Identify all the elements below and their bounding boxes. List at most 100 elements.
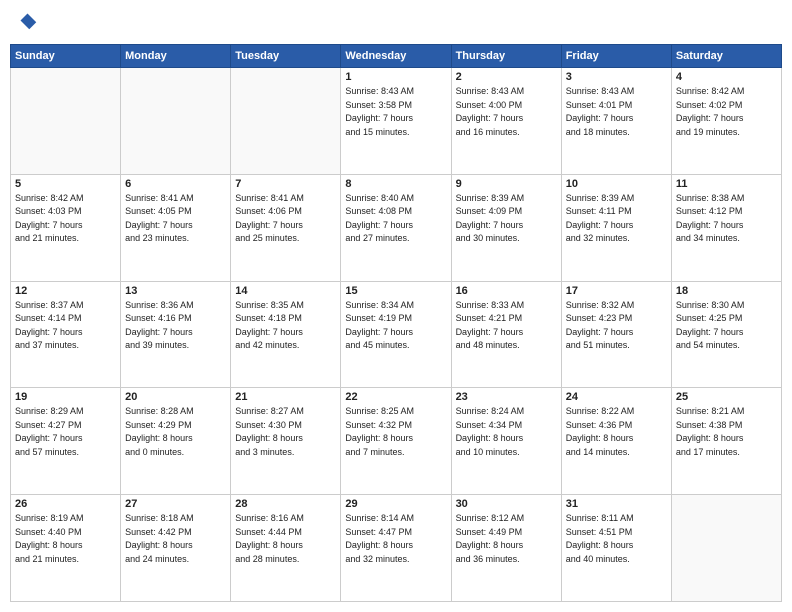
day-number: 30: [456, 498, 557, 510]
day-info: Sunrise: 8:38 AMSunset: 4:12 PMDaylight:…: [676, 192, 777, 246]
day-number: 14: [235, 285, 336, 297]
day-number: 16: [456, 285, 557, 297]
day-info: Sunrise: 8:43 AMSunset: 4:00 PMDaylight:…: [456, 85, 557, 139]
day-info: Sunrise: 8:18 AMSunset: 4:42 PMDaylight:…: [125, 512, 226, 566]
day-info: Sunrise: 8:28 AMSunset: 4:29 PMDaylight:…: [125, 405, 226, 459]
col-header-wednesday: Wednesday: [341, 45, 451, 68]
day-info: Sunrise: 8:29 AMSunset: 4:27 PMDaylight:…: [15, 405, 116, 459]
logo-icon: [10, 10, 38, 38]
calendar-cell: 22 Sunrise: 8:25 AMSunset: 4:32 PMDayligh…: [341, 388, 451, 495]
calendar-cell: 1Sunrise: 8:43 AMSunset: 3:58 PMDaylight…: [341, 68, 451, 175]
day-number: 24: [566, 391, 667, 403]
day-number: 26: [15, 498, 116, 510]
day-number: 31: [566, 498, 667, 510]
calendar-cell: 20Sunrise: 8:28 AMSunset: 4:29 PMDayligh…: [121, 388, 231, 495]
calendar-header-row: SundayMondayTuesdayWednesdayThursdayFrid…: [11, 45, 782, 68]
calendar-cell: 23 Sunrise: 8:24 AMSunset: 4:34 PMDayligh…: [451, 388, 561, 495]
calendar-cell: 14 Sunrise: 8:35 AMSunset: 4:18 PMDayligh…: [231, 281, 341, 388]
day-info: Sunrise: 8:24 AMSunset: 4:34 PMDaylight:…: [456, 405, 557, 459]
calendar-cell: 4Sunrise: 8:42 AMSunset: 4:02 PMDaylight…: [671, 68, 781, 175]
day-number: 6: [125, 178, 226, 190]
calendar-table: SundayMondayTuesdayWednesdayThursdayFrid…: [10, 44, 782, 602]
day-number: 5: [15, 178, 116, 190]
day-number: 21: [235, 391, 336, 403]
calendar-cell: 18 Sunrise: 8:30 AMSunset: 4:25 PMDayligh…: [671, 281, 781, 388]
day-info: Sunrise: 8:42 AMSunset: 4:02 PMDaylight:…: [676, 85, 777, 139]
day-number: 7: [235, 178, 336, 190]
calendar-cell: 29Sunrise: 8:14 AMSunset: 4:47 PMDayligh…: [341, 495, 451, 602]
day-info: Sunrise: 8:34 AMSunset: 4:19 PMDaylight:…: [345, 299, 446, 353]
day-info: Sunrise: 8:36 AMSunset: 4:16 PMDaylight:…: [125, 299, 226, 353]
calendar-cell: [121, 68, 231, 175]
logo: [10, 10, 42, 38]
calendar-cell: 16 Sunrise: 8:33 AMSunset: 4:21 PMDayligh…: [451, 281, 561, 388]
day-info: Sunrise: 8:33 AMSunset: 4:21 PMDaylight:…: [456, 299, 557, 353]
calendar-cell: 26 Sunrise: 8:19 AMSunset: 4:40 PMDayligh…: [11, 495, 121, 602]
calendar-cell: 2 Sunrise: 8:43 AMSunset: 4:00 PMDaylight…: [451, 68, 561, 175]
day-info: Sunrise: 8:25 AMSunset: 4:32 PMDaylight:…: [345, 405, 446, 459]
day-number: 23: [456, 391, 557, 403]
calendar-week-row: 12 Sunrise: 8:37 AMSunset: 4:14 PMDayligh…: [11, 281, 782, 388]
calendar-cell: 25 Sunrise: 8:21 AMSunset: 4:38 PMDayligh…: [671, 388, 781, 495]
day-number: 9: [456, 178, 557, 190]
day-number: 17: [566, 285, 667, 297]
day-number: 12: [15, 285, 116, 297]
calendar-cell: 5 Sunrise: 8:42 AMSunset: 4:03 PMDaylight…: [11, 174, 121, 281]
calendar-cell: 15 Sunrise: 8:34 AMSunset: 4:19 PMDayligh…: [341, 281, 451, 388]
calendar-cell: 7 Sunrise: 8:41 AMSunset: 4:06 PMDaylight…: [231, 174, 341, 281]
calendar-cell: 21 Sunrise: 8:27 AMSunset: 4:30 PMDayligh…: [231, 388, 341, 495]
calendar-cell: 10Sunrise: 8:39 AMSunset: 4:11 PMDayligh…: [561, 174, 671, 281]
col-header-friday: Friday: [561, 45, 671, 68]
calendar-cell: 12 Sunrise: 8:37 AMSunset: 4:14 PMDayligh…: [11, 281, 121, 388]
calendar-cell: 31Sunrise: 8:11 AMSunset: 4:51 PMDayligh…: [561, 495, 671, 602]
day-info: Sunrise: 8:39 AMSunset: 4:11 PMDaylight:…: [566, 192, 667, 246]
calendar-cell: 6 Sunrise: 8:41 AMSunset: 4:05 PMDaylight…: [121, 174, 231, 281]
col-header-thursday: Thursday: [451, 45, 561, 68]
day-info: Sunrise: 8:21 AMSunset: 4:38 PMDaylight:…: [676, 405, 777, 459]
col-header-monday: Monday: [121, 45, 231, 68]
calendar-cell: 13 Sunrise: 8:36 AMSunset: 4:16 PMDayligh…: [121, 281, 231, 388]
calendar-cell: 17 Sunrise: 8:32 AMSunset: 4:23 PMDayligh…: [561, 281, 671, 388]
day-info: Sunrise: 8:40 AMSunset: 4:08 PMDaylight:…: [345, 192, 446, 246]
calendar-cell: 11 Sunrise: 8:38 AMSunset: 4:12 PMDayligh…: [671, 174, 781, 281]
day-info: Sunrise: 8:30 AMSunset: 4:25 PMDaylight:…: [676, 299, 777, 353]
day-info: Sunrise: 8:19 AMSunset: 4:40 PMDaylight:…: [15, 512, 116, 566]
col-header-saturday: Saturday: [671, 45, 781, 68]
calendar-cell: 30 Sunrise: 8:12 AMSunset: 4:49 PMDayligh…: [451, 495, 561, 602]
day-number: 15: [345, 285, 446, 297]
calendar-cell: 9 Sunrise: 8:39 AMSunset: 4:09 PMDaylight…: [451, 174, 561, 281]
day-number: 8: [345, 178, 446, 190]
calendar-cell: [671, 495, 781, 602]
day-number: 11: [676, 178, 777, 190]
calendar-week-row: 26 Sunrise: 8:19 AMSunset: 4:40 PMDayligh…: [11, 495, 782, 602]
day-number: 18: [676, 285, 777, 297]
calendar-cell: 24 Sunrise: 8:22 AMSunset: 4:36 PMDayligh…: [561, 388, 671, 495]
day-number: 22: [345, 391, 446, 403]
day-number: 13: [125, 285, 226, 297]
day-number: 28: [235, 498, 336, 510]
day-info: Sunrise: 8:22 AMSunset: 4:36 PMDaylight:…: [566, 405, 667, 459]
day-info: Sunrise: 8:41 AMSunset: 4:05 PMDaylight:…: [125, 192, 226, 246]
calendar-week-row: 1Sunrise: 8:43 AMSunset: 3:58 PMDaylight…: [11, 68, 782, 175]
day-info: Sunrise: 8:16 AMSunset: 4:44 PMDaylight:…: [235, 512, 336, 566]
calendar-cell: 3 Sunrise: 8:43 AMSunset: 4:01 PMDaylight…: [561, 68, 671, 175]
calendar-cell: 28 Sunrise: 8:16 AMSunset: 4:44 PMDayligh…: [231, 495, 341, 602]
calendar-week-row: 5 Sunrise: 8:42 AMSunset: 4:03 PMDaylight…: [11, 174, 782, 281]
calendar-cell: [11, 68, 121, 175]
day-info: Sunrise: 8:37 AMSunset: 4:14 PMDaylight:…: [15, 299, 116, 353]
col-header-tuesday: Tuesday: [231, 45, 341, 68]
day-info: Sunrise: 8:35 AMSunset: 4:18 PMDaylight:…: [235, 299, 336, 353]
day-info: Sunrise: 8:12 AMSunset: 4:49 PMDaylight:…: [456, 512, 557, 566]
day-info: Sunrise: 8:42 AMSunset: 4:03 PMDaylight:…: [15, 192, 116, 246]
day-number: 2: [456, 71, 557, 83]
day-info: Sunrise: 8:41 AMSunset: 4:06 PMDaylight:…: [235, 192, 336, 246]
day-info: Sunrise: 8:43 AMSunset: 3:58 PMDaylight:…: [345, 85, 446, 139]
day-info: Sunrise: 8:39 AMSunset: 4:09 PMDaylight:…: [456, 192, 557, 246]
day-number: 19: [15, 391, 116, 403]
day-number: 3: [566, 71, 667, 83]
day-info: Sunrise: 8:43 AMSunset: 4:01 PMDaylight:…: [566, 85, 667, 139]
day-info: Sunrise: 8:27 AMSunset: 4:30 PMDaylight:…: [235, 405, 336, 459]
calendar-cell: 8 Sunrise: 8:40 AMSunset: 4:08 PMDaylight…: [341, 174, 451, 281]
day-number: 25: [676, 391, 777, 403]
day-info: Sunrise: 8:32 AMSunset: 4:23 PMDaylight:…: [566, 299, 667, 353]
